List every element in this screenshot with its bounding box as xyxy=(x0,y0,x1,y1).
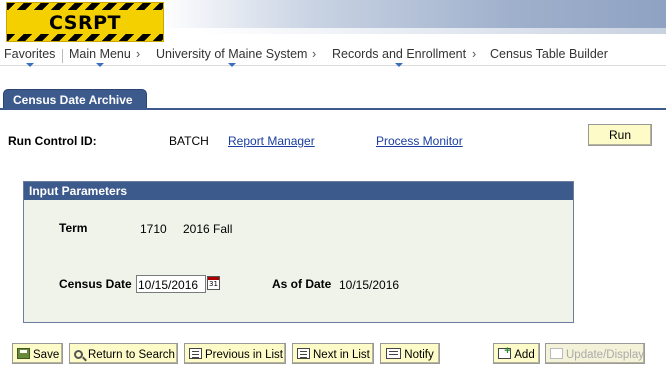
term-code: 1710 xyxy=(140,222,167,236)
nav-favorites-label: Favorites xyxy=(4,47,56,61)
nav-main-menu[interactable]: Main Menu xyxy=(69,47,131,67)
previous-in-list-label: Previous in List xyxy=(205,349,283,361)
update-display-icon xyxy=(550,348,563,359)
chevron-down-icon xyxy=(95,63,104,67)
breadcrumb-separator: › xyxy=(472,47,477,61)
logo: CSRPT xyxy=(6,2,164,42)
input-parameters-group: Input Parameters xyxy=(23,181,574,323)
save-icon xyxy=(17,348,30,359)
update-display-button[interactable]: Update/Display xyxy=(545,343,645,364)
previous-in-list-button[interactable]: Previous in List xyxy=(184,343,286,364)
logo-hazard-stripes-bottom xyxy=(7,34,163,41)
tab-underline xyxy=(0,108,666,110)
chevron-down-icon xyxy=(227,63,236,67)
input-parameters-title: Input Parameters xyxy=(24,182,573,200)
nav-university-label: University of Maine System xyxy=(156,47,308,61)
census-date-label: Census Date xyxy=(59,277,132,291)
next-in-list-button[interactable]: Next in List xyxy=(292,343,374,364)
logo-text: CSRPT xyxy=(49,12,121,34)
as-of-date-label: As of Date xyxy=(272,277,332,291)
add-label: Add xyxy=(514,349,535,361)
nav-records-label: Records and Enrollment xyxy=(332,47,467,61)
update-display-label: Update/Display xyxy=(566,349,644,361)
banner-gradient xyxy=(160,0,666,28)
report-manager-link[interactable]: Report Manager xyxy=(228,134,315,148)
return-to-search-button[interactable]: Return to Search xyxy=(69,343,178,364)
magnifier-icon xyxy=(74,349,83,359)
run-button[interactable]: Run xyxy=(588,124,652,146)
save-label: Save xyxy=(33,349,60,361)
term-label: Term xyxy=(59,221,88,235)
header-banner: CSRPT xyxy=(0,0,666,44)
breadcrumb-separator: › xyxy=(312,47,317,61)
nav-main-menu-label: Main Menu xyxy=(69,47,131,61)
process-monitor-link[interactable]: Process Monitor xyxy=(376,134,463,148)
save-button[interactable]: Save xyxy=(12,343,63,364)
breadcrumb-separator: › xyxy=(136,47,141,61)
nav-census-table-builder[interactable]: Census Table Builder xyxy=(490,47,608,61)
term-description: 2016 Fall xyxy=(183,222,233,236)
run-control-label: Run Control ID: xyxy=(8,134,97,148)
chevron-down-icon xyxy=(395,63,404,67)
banner-gradient-lower xyxy=(200,28,666,34)
tab-census-date-archive[interactable]: Census Date Archive xyxy=(3,89,147,109)
notify-button[interactable]: Notify xyxy=(380,343,440,364)
chevron-down-icon xyxy=(25,63,34,67)
as-of-date-value: 10/15/2016 xyxy=(339,278,400,292)
previous-list-icon xyxy=(189,348,202,359)
next-in-list-label: Next in List xyxy=(313,349,370,361)
logo-hazard-stripes-top xyxy=(7,3,163,10)
nav-census-label: Census Table Builder xyxy=(490,47,608,61)
nav-records-and-enrollment[interactable]: Records and Enrollment xyxy=(332,47,467,67)
nav-divider xyxy=(62,49,63,63)
next-list-icon xyxy=(297,348,310,359)
breadcrumb-nav: Favorites Main Menu › University of Main… xyxy=(0,44,666,67)
nav-favorites[interactable]: Favorites xyxy=(4,47,56,67)
run-control-value: BATCH xyxy=(169,134,209,148)
return-to-search-label: Return to Search xyxy=(88,348,175,361)
nav-university-of-maine-system[interactable]: University of Maine System xyxy=(156,47,308,67)
add-icon xyxy=(498,345,512,359)
add-button[interactable]: Add xyxy=(493,343,540,364)
census-date-input[interactable] xyxy=(136,275,206,293)
notify-icon xyxy=(386,348,402,359)
notify-label: Notify xyxy=(404,349,434,361)
calendar-icon[interactable]: 31 xyxy=(207,276,220,290)
